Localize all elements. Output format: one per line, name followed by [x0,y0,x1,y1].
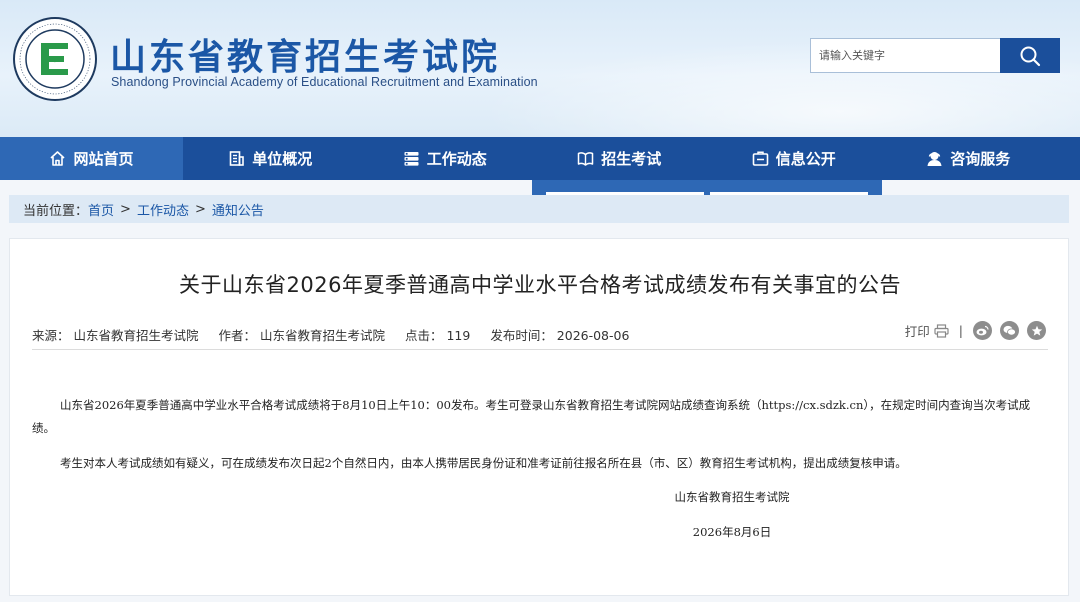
meta-source: 来源： 山东省教育招生考试院 [32,328,199,343]
site-subtitle-english: Shandong Provincial Academy of Education… [111,75,538,89]
share-weibo-button[interactable] [973,321,992,340]
nav-item-consulting[interactable]: 咨询服务 [881,137,1056,180]
nav-item-news[interactable]: 工作动态 [358,137,533,180]
breadcrumb: 当前位置： 首页 > 工作动态 > 通知公告 [9,195,1069,223]
print-label: 打印 [904,324,930,339]
search-button[interactable] [1000,38,1060,73]
main-navigation: 网站首页 单位概况 工作动态 招生考试 信息公开 咨询服务 [0,137,1080,180]
breadcrumb-link-home[interactable]: 首页 [88,200,114,219]
search-icon [1020,46,1041,66]
breadcrumb-separator: > [120,201,131,217]
meta-author: 作者： 山东省教育招生考试院 [218,328,385,343]
meta-divider-line [32,349,1048,350]
star-icon [1031,325,1042,336]
article-card: 关于山东省2026年夏季普通高中学业水平合格考试成绩发布有关事宜的公告 来源： … [9,238,1069,596]
share-wechat-button[interactable] [1000,321,1019,340]
article-title: 关于山东省2026年夏季普通高中学业水平合格考试成绩发布有关事宜的公告 [179,273,901,297]
nav-item-label: 单位概况 [252,150,313,168]
printer-icon [934,323,949,338]
home-icon [50,151,66,166]
nav-item-admissions[interactable]: 招生考试 [532,137,707,180]
nav-item-label: 咨询服务 [950,150,1011,168]
article-meta: 来源： 山东省教育招生考试院 作者： 山东省教育招生考试院 点击： 119 发布… [32,325,629,344]
building-icon [229,151,245,166]
breadcrumb-prefix: 当前位置： [23,203,89,219]
meta-clicks: 点击： 119 [404,328,471,343]
breadcrumb-separator: > [194,201,206,217]
nav-item-label: 网站首页 [73,150,134,168]
book-icon [577,152,594,166]
academy-logo-icon[interactable]: E [12,16,98,102]
site-title: 山东省教育招生考试院 [110,37,501,78]
article-body: 山东省2026年夏季普通高中学业水平合格考试成绩将于8月10日上午10：00发布… [32,394,1048,475]
breadcrumb-link-notices[interactable]: 通知公告 [212,200,264,219]
nav-item-label: 信息公开 [775,150,836,168]
info-box-icon [752,151,769,166]
search-input[interactable] [810,38,1000,73]
search-box [810,38,1060,73]
article-paragraph: 考生对本人考试成绩如有疑义，可在成绩发布次日起2个自然日内，由本人携带居民身份证… [60,456,907,470]
list-icon [404,152,419,166]
nav-item-home[interactable]: 网站首页 [0,137,183,180]
article-tools: 打印 | [905,321,1046,340]
article-paragraph: 山东省2026年夏季普通高中学业水平合格考试成绩将于8月10日上午10：00发布… [32,398,1031,435]
site-header: E 山东省教育招生考试院 Shandong Provincial Academy… [0,0,1080,137]
tools-divider: | [958,323,963,338]
nav-item-about[interactable]: 单位概况 [183,137,358,180]
nav-item-label: 工作动态 [426,150,487,168]
weibo-icon [976,325,989,336]
user-service-icon [927,152,942,166]
nav-item-label: 招生考试 [601,150,662,168]
breadcrumb-link-news[interactable]: 工作动态 [137,200,189,219]
article-date: 2026年8月6日 [692,525,772,539]
nav-item-disclosure[interactable]: 信息公开 [707,137,882,180]
wechat-icon [1003,325,1016,336]
favorite-button[interactable] [1027,321,1046,340]
article-signature: 山东省教育招生考试院 [674,490,790,504]
meta-published: 发布时间： 2026-08-06 [490,328,630,343]
print-link[interactable]: 打印 [905,321,949,340]
